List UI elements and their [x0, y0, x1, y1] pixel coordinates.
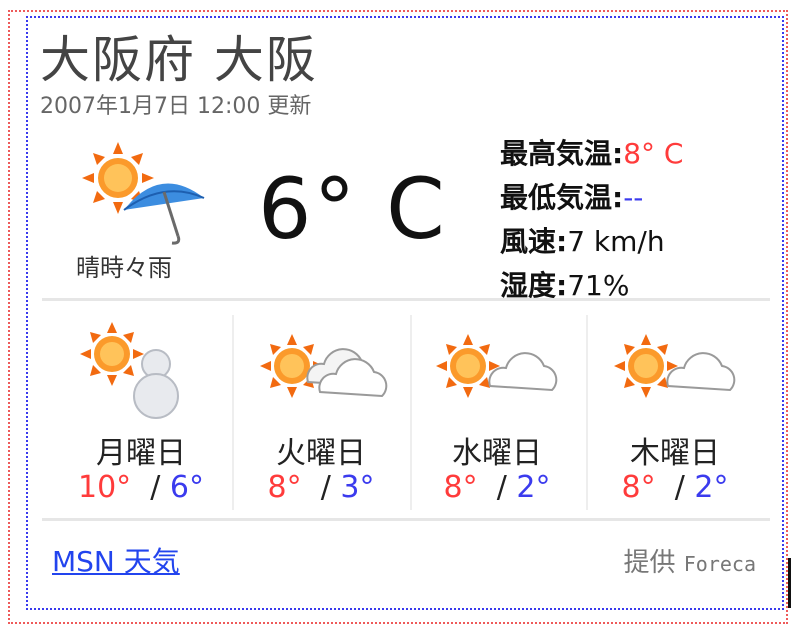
stat-label: 最低気温:	[500, 181, 624, 214]
forecast-temps: 8° / 2°	[443, 470, 551, 505]
provider-label: 提供	[623, 548, 676, 578]
forecast-high: 10°	[78, 470, 132, 505]
forecast-high: 8°	[621, 470, 656, 505]
provider-name: Foreca	[683, 552, 756, 576]
current-stats: 最高気温:8° C 最低気温:-- 風速:7 km/h 湿度:71%	[500, 132, 683, 308]
stat-value: 7 km/h	[567, 225, 665, 258]
stat-label: 風速:	[500, 225, 568, 258]
forecast-high: 8°	[443, 470, 478, 505]
divider	[232, 315, 234, 510]
forecast-temps: 10° / 6°	[78, 470, 204, 505]
provider-credit: 提供 Foreca	[623, 542, 756, 579]
stat-value: 8° C	[623, 137, 684, 170]
forecast-day: 月曜日 10° / 6°	[56, 310, 226, 510]
forecast-low: 6°	[169, 470, 204, 505]
forecast-low: 2°	[516, 470, 551, 505]
forecast-temps: 8° / 3°	[267, 470, 375, 505]
divider	[586, 315, 588, 510]
stat-wind: 風速:7 km/h	[500, 220, 683, 264]
stat-low: 最低気温:--	[500, 176, 683, 220]
forecast-low: 2°	[694, 470, 729, 505]
current-condition: 晴時々雨	[76, 254, 172, 282]
forecast-low: 3°	[340, 470, 375, 505]
msn-weather-link[interactable]: MSN 天気	[52, 540, 180, 580]
text-cursor	[788, 558, 791, 608]
forecast-day: 水曜日 8° / 2°	[412, 310, 582, 510]
sun-snowman-icon	[80, 322, 179, 419]
forecast-day: 火曜日 8° / 3°	[236, 310, 406, 510]
current-temperature: 6° C	[258, 160, 447, 258]
forecast-day-name: 火曜日	[276, 436, 366, 471]
stat-high: 最高気温:8° C	[500, 132, 683, 176]
stat-label: 最高気温:	[500, 137, 624, 170]
divider	[42, 518, 770, 521]
sun-cloud-icon	[260, 334, 388, 398]
forecast-day-name: 水曜日	[452, 436, 542, 471]
sun-cloud-icon	[614, 334, 736, 398]
forecast-temps: 8° / 2°	[621, 470, 729, 505]
forecast-high: 8°	[267, 470, 302, 505]
forecast-day-name: 木曜日	[630, 436, 720, 471]
location-title: 大阪府 大阪	[40, 31, 318, 89]
sun-cloud-icon	[436, 334, 558, 398]
stat-humidity: 湿度:71%	[500, 264, 683, 308]
forecast-day-name: 月曜日	[96, 436, 186, 471]
forecast-day: 木曜日 8° / 2°	[590, 310, 760, 510]
divider	[42, 298, 770, 301]
updated-timestamp: 2007年1月7日 12:00 更新	[40, 94, 312, 119]
sun-with-umbrella-icon	[82, 142, 205, 245]
stat-value: --	[623, 181, 644, 214]
